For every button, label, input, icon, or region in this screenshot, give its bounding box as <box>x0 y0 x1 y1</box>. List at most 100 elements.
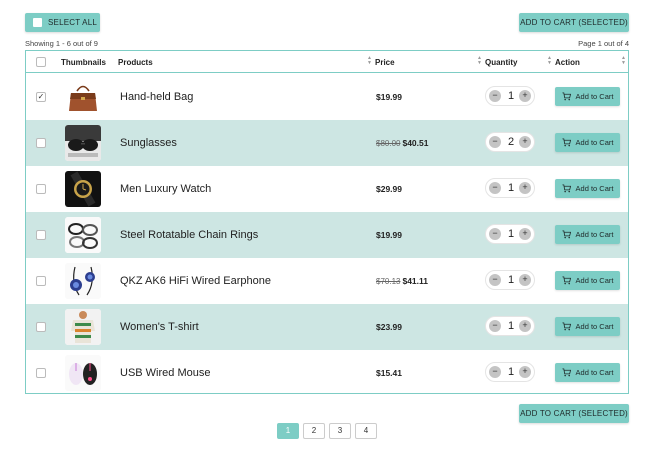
add-selected-to-cart-button-top[interactable]: ADD TO CART (SELECTED) <box>519 13 629 32</box>
add-to-cart-label: Add to Cart <box>575 138 614 147</box>
decrease-quantity-button[interactable]: − <box>489 136 501 148</box>
select-all-checkbox[interactable] <box>33 18 42 27</box>
price-current: $19.99 <box>376 230 402 240</box>
product-name: USB Wired Mouse <box>120 367 211 379</box>
quantity-stepper: − 2 + <box>485 132 535 152</box>
table-header: Thumbnails Products ▲ ▼ Price ▲ ▼ Quantity… <box>26 51 628 73</box>
product-thumbnail-bag <box>65 79 101 115</box>
cart-icon <box>561 138 571 147</box>
cart-icon <box>561 322 571 331</box>
price-current: $23.99 <box>376 322 402 332</box>
table-row: Women's T-shirt $23.99 − 1 + Add to Cart <box>26 304 628 350</box>
increase-quantity-button[interactable]: + <box>519 90 531 102</box>
product-name: Hand-held Bag <box>120 91 194 103</box>
header-quantity[interactable]: Quantity <box>485 51 517 73</box>
product-name: Women's T-shirt <box>120 321 199 333</box>
decrease-quantity-button[interactable]: − <box>489 90 501 102</box>
decrease-quantity-button[interactable]: − <box>489 366 501 378</box>
header-checkbox[interactable] <box>36 57 46 67</box>
add-to-cart-button[interactable]: Add to Cart <box>555 225 620 244</box>
pagination: 1 2 3 4 <box>277 423 377 439</box>
decrease-quantity-button[interactable]: − <box>489 274 501 286</box>
decrease-quantity-button[interactable]: − <box>489 228 501 240</box>
showing-count: Showing 1 - 6 out of 9 <box>25 39 98 48</box>
add-to-cart-label: Add to Cart <box>575 230 614 239</box>
row-checkbox[interactable] <box>36 276 46 286</box>
decrease-quantity-button[interactable]: − <box>489 320 501 332</box>
price-current: $40.51 <box>402 138 429 148</box>
product-table: Thumbnails Products ▲ ▼ Price ▲ ▼ Quantity… <box>25 50 629 394</box>
table-row: QKZ AK6 HiFi Wired Earphone $70.13 $41.1… <box>26 258 628 304</box>
product-price: $23.99 <box>376 304 402 350</box>
add-to-cart-button[interactable]: Add to Cart <box>555 363 620 382</box>
add-to-cart-button[interactable]: Add to Cart <box>555 271 620 290</box>
add-to-cart-button[interactable]: Add to Cart <box>555 133 620 152</box>
add-to-cart-label: Add to Cart <box>575 184 614 193</box>
quantity-stepper: − 1 + <box>485 178 535 198</box>
increase-quantity-button[interactable]: + <box>519 182 531 194</box>
product-thumbnail-watch <box>65 171 101 207</box>
quantity-stepper: − 1 + <box>485 86 535 106</box>
row-checkbox[interactable] <box>36 368 46 378</box>
quantity-value[interactable]: 1 <box>503 87 519 105</box>
add-to-cart-button[interactable]: Add to Cart <box>555 179 620 198</box>
product-thumbnail-earphone <box>65 263 101 299</box>
price-current: $15.41 <box>376 368 402 378</box>
page-button-2[interactable]: 2 <box>303 423 325 439</box>
row-checkbox[interactable] <box>36 184 46 194</box>
quantity-value[interactable]: 1 <box>503 271 519 289</box>
price-current: $29.99 <box>376 184 402 194</box>
select-all-button[interactable]: SELECT ALL <box>25 13 100 32</box>
page-button-3[interactable]: 3 <box>329 423 351 439</box>
table-row: ✓ Hand-held Bag $19.99 − 1 + Add to Cart <box>26 74 628 120</box>
increase-quantity-button[interactable]: + <box>519 136 531 148</box>
price-original: $70.13 <box>376 276 401 286</box>
quantity-stepper: − 1 + <box>485 362 535 382</box>
quantity-stepper: − 1 + <box>485 316 535 336</box>
sort-price-icon[interactable]: ▲ ▼ <box>477 56 482 66</box>
increase-quantity-button[interactable]: + <box>519 366 531 378</box>
add-to-cart-button[interactable]: Add to Cart <box>555 317 620 336</box>
quantity-value[interactable]: 1 <box>503 317 519 335</box>
header-price[interactable]: Price <box>375 51 395 73</box>
add-to-cart-label: Add to Cart <box>575 368 614 377</box>
row-checkbox[interactable] <box>36 322 46 332</box>
cart-icon <box>561 230 571 239</box>
add-to-cart-label: Add to Cart <box>575 322 614 331</box>
product-name: QKZ AK6 HiFi Wired Earphone <box>120 275 272 287</box>
page-indicator: Page 1 out of 4 <box>578 39 629 48</box>
add-to-cart-label: Add to Cart <box>575 92 614 101</box>
select-all-label: SELECT ALL <box>48 18 97 27</box>
quantity-value[interactable]: 1 <box>503 179 519 197</box>
increase-quantity-button[interactable]: + <box>519 228 531 240</box>
add-to-cart-button[interactable]: Add to Cart <box>555 87 620 106</box>
product-thumbnail-mouse <box>65 355 101 391</box>
sort-products-icon[interactable]: ▲ ▼ <box>367 56 372 66</box>
table-row: Men Luxury Watch $29.99 − 1 + Add to Car… <box>26 166 628 212</box>
increase-quantity-button[interactable]: + <box>519 274 531 286</box>
page-button-1[interactable]: 1 <box>277 423 299 439</box>
decrease-quantity-button[interactable]: − <box>489 182 501 194</box>
quantity-stepper: − 1 + <box>485 224 535 244</box>
increase-quantity-button[interactable]: + <box>519 320 531 332</box>
sort-quantity-icon[interactable]: ▲ ▼ <box>547 56 552 66</box>
header-action: Action <box>555 57 580 67</box>
product-name: Men Luxury Watch <box>120 183 212 195</box>
page-button-4[interactable]: 4 <box>355 423 377 439</box>
product-price: $15.41 <box>376 350 402 393</box>
product-price: $80.00 $40.51 <box>376 120 428 166</box>
table-row: Steel Rotatable Chain Rings $19.99 − 1 +… <box>26 212 628 258</box>
row-checkbox[interactable]: ✓ <box>36 92 46 102</box>
sort-action-icon[interactable]: ▲ ▼ <box>621 56 626 66</box>
cart-icon <box>561 92 571 101</box>
quantity-value[interactable]: 2 <box>503 133 519 151</box>
add-selected-to-cart-button-bottom[interactable]: ADD TO CART (SELECTED) <box>519 404 629 423</box>
product-price: $70.13 $41.11 <box>376 258 428 304</box>
price-original: $80.00 <box>376 138 401 148</box>
quantity-value[interactable]: 1 <box>503 363 519 381</box>
row-checkbox[interactable] <box>36 138 46 148</box>
quantity-value[interactable]: 1 <box>503 225 519 243</box>
table-row: USB Wired Mouse $15.41 − 1 + Add to Cart <box>26 350 628 393</box>
header-products[interactable]: Products <box>118 51 153 73</box>
row-checkbox[interactable] <box>36 230 46 240</box>
